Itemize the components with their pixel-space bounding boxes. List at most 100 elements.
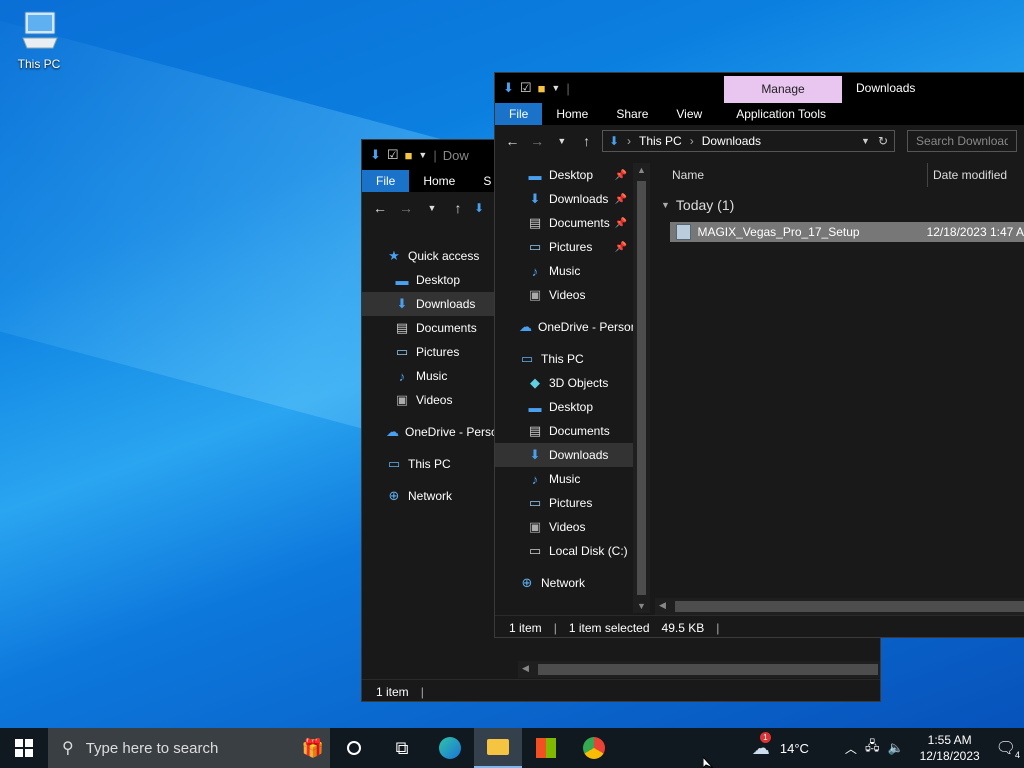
- properties-icon[interactable]: ☑: [387, 147, 399, 163]
- nav-label: Documents: [416, 321, 477, 335]
- address-bar[interactable]: ⬇ › This PC › Downloads ▼ ↻: [601, 130, 896, 152]
- notification-center-icon[interactable]: 🗨 4: [996, 738, 1020, 760]
- titlebar[interactable]: ⬇ ☑ ■ ▼ | Manage Downloads: [495, 73, 1024, 103]
- download-icon[interactable]: ⬇: [370, 147, 381, 163]
- clock-time: 1:55 AM: [927, 733, 972, 747]
- forward-arrow-icon[interactable]: →: [528, 133, 547, 149]
- folder-icon[interactable]: ■: [538, 81, 546, 96]
- nav-downloads[interactable]: ⬇ Downloads: [495, 443, 633, 467]
- up-arrow-icon[interactable]: ↑: [448, 200, 468, 216]
- nav-desktop[interactable]: ▬ Desktop: [362, 268, 497, 292]
- tab-application-tools[interactable]: Application Tools: [722, 103, 840, 125]
- horizontal-scrollbar[interactable]: ◀: [518, 661, 880, 678]
- recent-chevron-icon[interactable]: ▼: [552, 136, 571, 146]
- nav-documents[interactable]: ▤ Documents: [362, 316, 497, 340]
- nav-downloads[interactable]: ⬇ Downloads: [362, 292, 497, 316]
- clock[interactable]: 1:55 AM 12/18/2023: [920, 732, 980, 764]
- nav-this-pc[interactable]: ▭ This PC: [362, 452, 497, 476]
- folder-icon[interactable]: ■: [405, 148, 413, 163]
- breadcrumb-separator-icon[interactable]: ›: [627, 134, 631, 148]
- tab-home[interactable]: Home: [542, 103, 602, 125]
- nav-pictures[interactable]: ▭ Pictures: [362, 340, 497, 364]
- nav-desktop[interactable]: ▬ Desktop: [495, 395, 633, 419]
- nav-quick-music[interactable]: ♪ Music: [495, 259, 633, 283]
- back-arrow-icon[interactable]: ←: [370, 200, 390, 216]
- nav-this-pc[interactable]: ▭ This PC: [495, 347, 633, 371]
- tab-home[interactable]: Home: [409, 170, 469, 192]
- nav-pictures[interactable]: ▭ Pictures: [495, 491, 633, 515]
- scroll-up-icon[interactable]: ▲: [637, 165, 646, 175]
- nav-videos[interactable]: ▣ Videos: [495, 515, 633, 539]
- nav-music[interactable]: ♪ Music: [495, 467, 633, 491]
- edge-button[interactable]: [426, 728, 474, 768]
- pc-icon: ▭: [387, 456, 401, 471]
- nav-quick-documents[interactable]: ▤ Documents 📌: [495, 211, 633, 235]
- nav-label: Network: [408, 489, 453, 503]
- search-highlight-gift-icon: 🎁: [301, 737, 324, 758]
- scroll-left-icon[interactable]: ◀: [659, 600, 666, 611]
- breadcrumb-this-pc[interactable]: This PC: [639, 134, 682, 148]
- nav-quick-videos[interactable]: ▣ Videos: [495, 283, 633, 307]
- nav-documents[interactable]: ▤ Documents: [495, 419, 633, 443]
- horizontal-scrollbar[interactable]: ◀: [655, 598, 1024, 615]
- tab-share[interactable]: Share: [602, 103, 662, 125]
- manage-context-tab[interactable]: Manage: [724, 76, 842, 103]
- forward-arrow-icon[interactable]: →: [396, 200, 416, 216]
- nav-quick-downloads[interactable]: ⬇ Downloads 📌: [495, 187, 633, 211]
- address-dropdown-icon[interactable]: ▼: [861, 136, 870, 146]
- task-view-button[interactable]: ⧉: [378, 728, 426, 768]
- tab-view[interactable]: View: [662, 103, 716, 125]
- breadcrumb-downloads[interactable]: Downloads: [702, 134, 761, 148]
- nav-network[interactable]: ⊕ Network: [362, 484, 497, 508]
- nav-quick-access[interactable]: ★ Quick access: [362, 244, 497, 268]
- volume-muted-icon[interactable]: 🔈: [887, 740, 903, 756]
- column-header-name[interactable]: Name: [672, 168, 704, 182]
- breadcrumb-separator-icon[interactable]: ›: [690, 134, 694, 148]
- nav-local-disk[interactable]: ▭ Local Disk (C:): [495, 539, 633, 563]
- nav-onedrive[interactable]: ☁ OneDrive - Perso: [362, 420, 497, 444]
- nav-label: OneDrive - Person: [538, 320, 633, 334]
- scroll-down-icon[interactable]: ▼: [637, 601, 646, 611]
- scroll-left-icon[interactable]: ◀: [522, 663, 529, 674]
- explorer-window-downloads[interactable]: ⬇ ☑ ■ ▼ | Manage Downloads File Home Sha…: [494, 72, 1024, 638]
- nav-videos[interactable]: ▣ Videos: [362, 388, 497, 412]
- tab-file[interactable]: File: [362, 170, 410, 192]
- pin-icon[interactable]: 📌: [615, 218, 627, 229]
- properties-icon[interactable]: ☑: [520, 80, 532, 96]
- nav-vertical-scrollbar[interactable]: ▲ ▼: [633, 163, 650, 613]
- download-icon[interactable]: ⬇: [503, 80, 514, 96]
- file-row[interactable]: MAGIX_Vegas_Pro_17_Setup 12/18/2023 1:47…: [670, 222, 1024, 242]
- pin-icon[interactable]: 📌: [615, 170, 627, 181]
- nav-label: Music: [416, 369, 448, 383]
- group-header-today[interactable]: ▼ Today (1): [661, 197, 734, 213]
- cortana-button[interactable]: [330, 728, 378, 768]
- column-header-date[interactable]: Date modified: [933, 168, 1007, 182]
- back-arrow-icon[interactable]: ←: [503, 133, 522, 149]
- nav-3d-objects[interactable]: ◆ 3D Objects: [495, 371, 633, 395]
- refresh-icon[interactable]: ↻: [878, 134, 888, 148]
- nav-quick-desktop[interactable]: ▬ Desktop 📌: [495, 163, 633, 187]
- chrome-button[interactable]: [570, 728, 618, 768]
- nav-quick-pictures[interactable]: ▭ Pictures 📌: [495, 235, 633, 259]
- network-status-icon[interactable]: 🖧: [865, 737, 880, 759]
- pin-icon[interactable]: 📌: [615, 194, 627, 205]
- start-button[interactable]: [0, 728, 48, 768]
- store-button[interactable]: [522, 728, 570, 768]
- weather-widget[interactable]: ☁ 1 14°C: [752, 731, 809, 759]
- desktop-this-pc-icon[interactable]: This PC: [10, 8, 68, 71]
- file-explorer-button[interactable]: [474, 728, 522, 768]
- nav-label: Downloads: [549, 192, 609, 206]
- recent-chevron-icon[interactable]: ▼: [422, 203, 442, 213]
- up-arrow-icon[interactable]: ↑: [577, 133, 596, 149]
- nav-network[interactable]: ⊕ Network: [495, 571, 633, 595]
- search-input[interactable]: Search Downloads: [907, 130, 1018, 152]
- chevron-down-icon[interactable]: ▼: [551, 83, 560, 93]
- tray-chevron-up-icon[interactable]: ︿: [845, 740, 857, 757]
- tab-file[interactable]: File: [495, 103, 543, 125]
- nav-onedrive[interactable]: ☁ OneDrive - Person: [495, 315, 633, 339]
- windows-logo-icon: [15, 739, 33, 757]
- nav-music[interactable]: ♪ Music: [362, 364, 497, 388]
- taskbar-search-box[interactable]: ⚲ Type here to search 🎁: [48, 728, 330, 768]
- pin-icon[interactable]: 📌: [615, 242, 627, 253]
- chevron-down-icon[interactable]: ▼: [418, 150, 427, 160]
